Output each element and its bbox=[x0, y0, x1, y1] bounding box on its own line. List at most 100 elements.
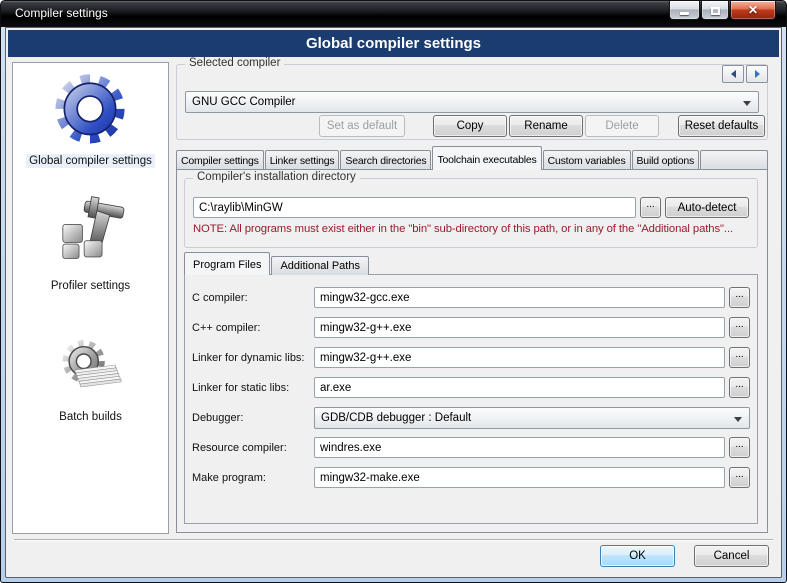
executable-input[interactable] bbox=[314, 287, 725, 308]
tab-custom-variables[interactable]: Custom variables bbox=[543, 150, 631, 170]
sidebar-item-global-compiler-settings[interactable]: Global compiler settings bbox=[26, 67, 155, 168]
installation-directory-legend: Compiler's installation directory bbox=[193, 171, 360, 183]
debugger-select-value: GDB/CDB debugger : Default bbox=[321, 412, 471, 424]
toolchain-row-debugger: Debugger: GDB/CDB debugger : Default bbox=[192, 407, 750, 428]
gear-stack-icon bbox=[43, 335, 139, 405]
page-title: Global compiler settings bbox=[8, 30, 779, 57]
autodetect-button[interactable]: Auto-detect bbox=[665, 197, 749, 218]
subtab-label: Program Files bbox=[193, 259, 261, 271]
action-button-delete[interactable]: Delete bbox=[585, 115, 659, 137]
debugger-select[interactable]: GDB/CDB debugger : Default bbox=[314, 407, 750, 429]
field-label: Linker for static libs: bbox=[192, 382, 314, 394]
selected-compiler-group: Selected compiler GNU GCC Compiler Set a… bbox=[176, 64, 768, 140]
browse-button[interactable]: ... bbox=[729, 467, 750, 488]
settings-tab-bar: Compiler settings Linker settings Search d… bbox=[176, 146, 768, 170]
field-label: C compiler: bbox=[192, 292, 314, 304]
tab-label: Custom variables bbox=[548, 155, 626, 167]
maximize-button[interactable] bbox=[701, 1, 729, 20]
field-label: Make program: bbox=[192, 472, 314, 484]
tab-label: Build options bbox=[637, 155, 695, 167]
subtab-program-files[interactable]: Program Files bbox=[184, 252, 270, 275]
installation-directory-row: ... Auto-detect bbox=[193, 197, 749, 218]
footer-divider bbox=[14, 539, 773, 541]
toolchain-row-linker-for-static-libs: Linker for static libs: ar.exe ... bbox=[192, 377, 750, 398]
window-title: Compiler settings bbox=[15, 6, 108, 20]
blue-gear-icon bbox=[42, 67, 138, 149]
browse-button[interactable]: ... bbox=[729, 437, 750, 458]
toolchain-row-c-compiler: C compiler: mingw32-gcc.exe ... bbox=[192, 287, 750, 308]
close-icon bbox=[748, 1, 758, 19]
field-label: Debugger: bbox=[192, 412, 314, 424]
field-label: Resource compiler: bbox=[192, 442, 314, 454]
tab-search-directories[interactable]: Search directories bbox=[340, 150, 431, 170]
sidebar-item-label: Profiler settings bbox=[48, 279, 133, 293]
selected-compiler-legend: Selected compiler bbox=[185, 57, 284, 69]
action-button-rename[interactable]: Rename bbox=[509, 115, 583, 137]
toolchain-row-make-program: Make program: mingw32-make.exe ... bbox=[192, 467, 750, 488]
tab-label: Compiler settings bbox=[181, 155, 259, 167]
executable-input[interactable] bbox=[314, 317, 725, 338]
cancel-button[interactable]: Cancel bbox=[694, 545, 769, 567]
tab-overflow-sliver[interactable] bbox=[700, 150, 768, 170]
tab-label: Search directories bbox=[345, 155, 426, 167]
tab-linker-settings[interactable]: Linker settings bbox=[265, 150, 340, 170]
minimize-button[interactable] bbox=[669, 1, 700, 20]
subtab-additional-paths[interactable]: Additional Paths bbox=[271, 256, 369, 275]
toolchain-row-c-compiler: C++ compiler: mingw32-g++.exe ... bbox=[192, 317, 750, 338]
compiler-select-value: GNU GCC Compiler bbox=[192, 96, 296, 108]
files-subtab-bar: Program Files Additional Paths bbox=[184, 252, 370, 275]
action-button-copy[interactable]: Copy bbox=[433, 115, 507, 137]
browse-button[interactable]: ... bbox=[729, 287, 750, 308]
chevron-down-icon bbox=[734, 417, 742, 422]
tab-build-options[interactable]: Build options bbox=[632, 150, 700, 170]
window-frame: Global compiler settings bbox=[1, 27, 786, 582]
caliper-icon bbox=[43, 192, 139, 274]
settings-category-list: Global compiler settings bbox=[12, 62, 169, 534]
minimize-icon bbox=[680, 12, 689, 15]
installation-note: NOTE: All programs must exist either in … bbox=[193, 223, 749, 235]
sidebar-item-label: Batch builds bbox=[56, 410, 125, 424]
arrow-right-icon bbox=[755, 70, 760, 78]
installation-directory-group: Compiler's installation directory ... Au… bbox=[184, 178, 758, 248]
toolchain-row-linker-for-dynamic-libs: Linker for dynamic libs: mingw32-g++.exe… bbox=[192, 347, 750, 368]
chevron-down-icon bbox=[743, 101, 751, 106]
dialog-body: Global compiler settings bbox=[5, 27, 782, 578]
tab-toolchain-executables[interactable]: Toolchain executables bbox=[432, 146, 541, 170]
ok-button[interactable]: OK bbox=[600, 545, 675, 567]
compiler-select[interactable]: GNU GCC Compiler bbox=[185, 91, 759, 113]
sidebar-item-batch-builds[interactable]: Batch builds bbox=[43, 335, 139, 424]
main-settings-area: Selected compiler GNU GCC Compiler Set a… bbox=[176, 62, 768, 534]
tab-label: Toolchain executables bbox=[437, 154, 536, 166]
field-label: C++ compiler: bbox=[192, 322, 314, 334]
tab-label: Linker settings bbox=[270, 155, 335, 167]
executable-input[interactable] bbox=[314, 377, 725, 398]
subtab-label: Additional Paths bbox=[280, 260, 360, 272]
tab-scroll-right-button[interactable] bbox=[746, 65, 768, 83]
arrow-left-icon bbox=[731, 70, 736, 78]
executable-input[interactable] bbox=[314, 467, 725, 488]
tab-scroll-buttons bbox=[722, 65, 768, 83]
sidebar-item-profiler-settings[interactable]: Profiler settings bbox=[43, 192, 139, 293]
browse-button[interactable]: ... bbox=[729, 347, 750, 368]
executable-input[interactable] bbox=[314, 437, 725, 458]
close-button[interactable] bbox=[730, 1, 776, 20]
field-label: Linker for dynamic libs: bbox=[192, 352, 314, 364]
executable-input[interactable] bbox=[314, 347, 725, 368]
titlebar[interactable]: Compiler settings bbox=[1, 1, 786, 27]
tab-scroll-left-button[interactable] bbox=[722, 65, 744, 83]
toolchain-row-resource-compiler: Resource compiler: windres.exe ... bbox=[192, 437, 750, 458]
action-button-set-as-default[interactable]: Set as default bbox=[319, 115, 405, 137]
browse-directory-button[interactable]: ... bbox=[640, 197, 661, 218]
action-button-reset-defaults[interactable]: Reset defaults bbox=[678, 115, 765, 137]
maximize-icon bbox=[711, 7, 720, 15]
compiler-settings-window: Compiler settings Global compiler settin… bbox=[0, 0, 787, 583]
program-files-panel: C compiler: mingw32-gcc.exe ... C++ comp… bbox=[184, 274, 758, 524]
sidebar-item-label: Global compiler settings bbox=[26, 154, 155, 168]
tab-compiler-settings[interactable]: Compiler settings bbox=[176, 150, 264, 170]
caption-buttons bbox=[668, 1, 776, 20]
toolchain-executables-panel: Compiler's installation directory ... Au… bbox=[176, 169, 768, 533]
browse-button[interactable]: ... bbox=[729, 377, 750, 398]
browse-button[interactable]: ... bbox=[729, 317, 750, 338]
installation-path-input[interactable] bbox=[193, 197, 636, 218]
compiler-action-buttons: Set as default CopyRenameDelete Reset defa… bbox=[177, 115, 765, 137]
